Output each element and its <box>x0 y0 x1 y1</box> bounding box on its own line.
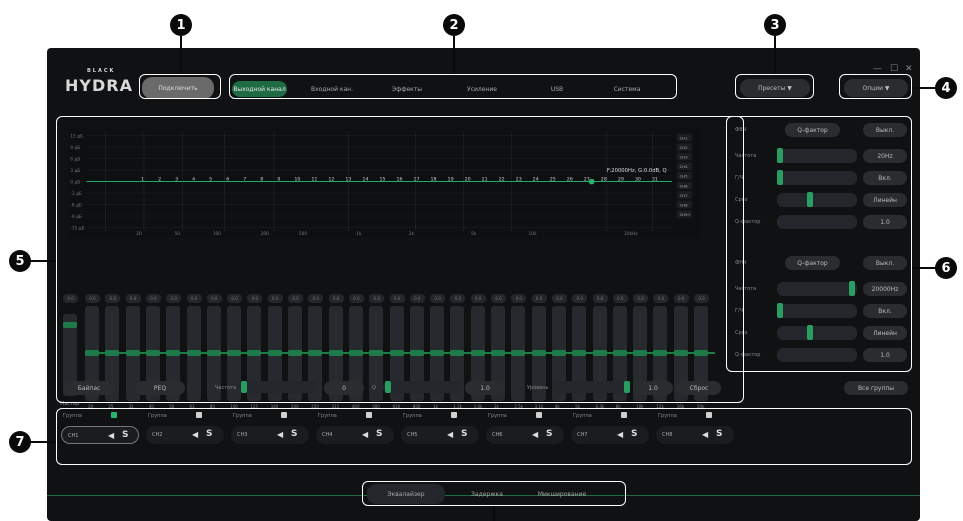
maximize-icon[interactable]: ☐ <box>890 64 898 74</box>
minimize-icon[interactable]: — <box>873 64 882 74</box>
highlight-4 <box>839 74 912 99</box>
callout-2: 2 <box>443 14 465 36</box>
highlight-3 <box>735 74 814 99</box>
callout-4: 4 <box>935 77 957 99</box>
highlight-7 <box>56 408 912 465</box>
highlight-6 <box>726 116 912 372</box>
highlight-8 <box>362 481 626 506</box>
all-groups-button[interactable]: Все группы <box>844 381 908 395</box>
callout-7: 7 <box>9 431 31 453</box>
close-icon[interactable]: ✕ <box>905 64 913 74</box>
highlight-5 <box>56 116 744 403</box>
callout-6: 6 <box>935 257 957 279</box>
highlight-1 <box>139 74 221 99</box>
callout-1: 1 <box>170 14 192 36</box>
callout-3: 3 <box>764 14 786 36</box>
callout-5: 5 <box>9 250 31 272</box>
brand-logo: BLACK HYDRA <box>65 68 133 95</box>
highlight-2 <box>229 74 677 99</box>
